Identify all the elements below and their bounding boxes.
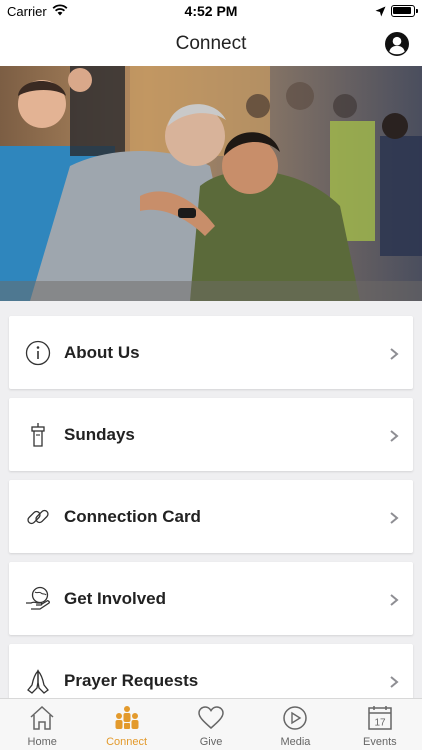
chevron-right-icon (389, 675, 399, 688)
connect-menu-list: About Us Sundays Connection Card Get Inv… (9, 316, 413, 726)
page-title: Connect (175, 33, 247, 54)
tab-label: Connect (106, 736, 148, 748)
calendar-icon: 17 (366, 705, 394, 731)
info-icon (25, 340, 51, 366)
get-involved-card[interactable]: Get Involved (9, 562, 413, 635)
profile-icon[interactable] (385, 32, 409, 56)
pulpit-icon (25, 422, 51, 448)
tab-label: Give (199, 736, 223, 748)
status-bar: Carrier 4:52 PM (0, 0, 422, 22)
sundays-card[interactable]: Sundays (9, 398, 413, 471)
home-icon (28, 705, 56, 731)
hero-image (0, 66, 422, 301)
card-label: About Us (64, 343, 140, 362)
link-icon (25, 504, 51, 530)
tab-events[interactable]: 17 Events (338, 699, 422, 750)
tab-home[interactable]: Home (0, 699, 84, 750)
connection-card-card[interactable]: Connection Card (9, 480, 413, 553)
calendar-date: 17 (374, 718, 386, 729)
card-label: Connection Card (64, 507, 201, 526)
card-label: Prayer Requests (64, 671, 199, 690)
globe-hand-icon (25, 586, 51, 612)
chevron-right-icon (389, 593, 399, 606)
tab-label: Home (27, 736, 57, 748)
tab-media[interactable]: Media (253, 699, 337, 750)
people-icon (113, 705, 141, 731)
tab-label: Events (363, 736, 397, 748)
tab-give[interactable]: Give (169, 699, 253, 750)
card-label: Sundays (64, 425, 135, 444)
chevron-right-icon (389, 429, 399, 442)
heart-icon (197, 705, 225, 731)
play-icon (281, 705, 309, 731)
tab-label: Media (280, 736, 311, 748)
tab-bar: Home Connect Give Media 17 Events (0, 698, 422, 750)
tab-connect[interactable]: Connect (84, 699, 168, 750)
card-label: Get Involved (64, 589, 167, 608)
chevron-right-icon (389, 511, 399, 524)
about-us-card[interactable]: About Us (9, 316, 413, 389)
battery-icon (391, 5, 418, 17)
clock: 4:52 PM (184, 3, 238, 19)
navigation-bar: Connect (0, 22, 422, 66)
chevron-right-icon (389, 347, 399, 360)
location-arrow-icon (375, 5, 386, 20)
praying-hands-icon (25, 668, 51, 694)
